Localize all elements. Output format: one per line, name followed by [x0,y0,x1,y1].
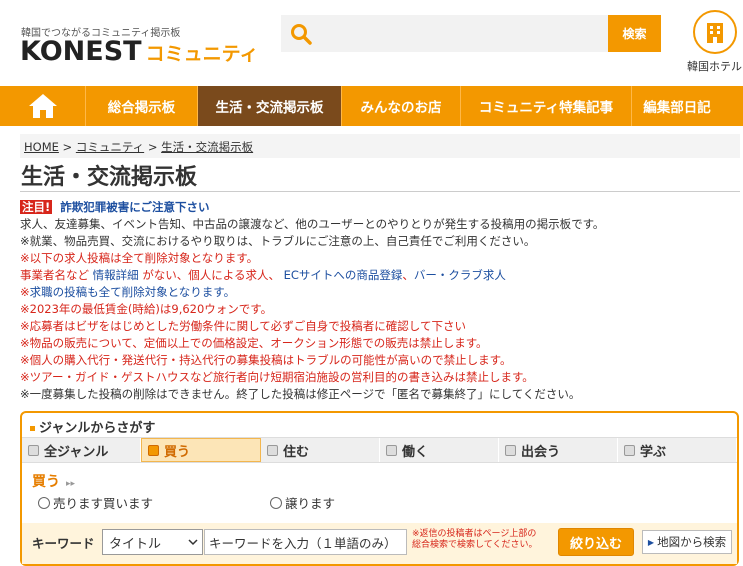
tab-work[interactable]: 働く [380,438,499,462]
notice-warning: 注目! 詐欺犯罪被害にご注意下さい [20,199,740,216]
keyword-label: キーワード [32,536,95,551]
notice-warning-link[interactable]: 詐欺犯罪被害にご注意下さい [60,200,209,214]
search-icon [291,24,312,45]
double-chevron-icon: ▸▸ [66,479,76,489]
nav-item-sogo[interactable]: 総合掲示板 [86,86,197,126]
notice-line: ※個人の購入代行・発送代行・持込代行の募集投稿はトラブルの可能性が高いので禁止し… [20,353,512,367]
search-bar: 検索 [281,15,661,52]
breadcrumb-home[interactable]: HOME [24,140,59,154]
chevron-down-icon [188,538,198,545]
notice-badge: 注目! [20,200,53,214]
tab-learn[interactable]: 学ぶ [618,438,737,462]
title-divider [20,191,740,192]
notice-link-ec[interactable]: ECサイトへの商品登録 [284,268,403,282]
map-search-button[interactable]: ▶ 地図から検索 [642,530,732,554]
breadcrumb-current[interactable]: 生活・交流掲示板 [161,140,253,154]
nav-home[interactable] [0,86,85,126]
genre-search-box: ジャンルからさがす 全ジャンル 買う 住む 働く 出会う 学ぶ 買う ▸▸ 売りま… [20,411,739,566]
main-nav: 総合掲示板 生活・交流掲示板 みんなのお店 コミュニティ特集記事 編集部日記 [0,86,743,126]
pencil-icon [624,444,635,456]
notice-line: ※ツアー・ガイド・ゲストハウスなど旅行者向け短期宿泊施設の営利目的の書き込みは禁… [20,370,534,384]
keyword-target-select[interactable]: タイトル [102,529,203,555]
notice-line: ※物品の販売について、定価以上での価格設定、オークション形態での販売は禁止します… [20,336,488,350]
notice-block: 注目! 詐欺犯罪被害にご注意下さい 求人、友達募集、イベント告知、中古品の譲渡など… [20,199,740,403]
notice-line: ※就業、物品売買、交流におけるやり取りは、トラブルにご注意の上、自己責任でご利用… [20,234,536,248]
radio-circle[interactable] [38,496,50,509]
keyword-input[interactable]: キーワードを入力（１単語のみ） [204,529,407,555]
notice-line: ※2023年の最低賃金(時給)は9,620ウォンです。 [20,302,273,316]
tab-meet[interactable]: 出会う [499,438,618,462]
keyword-bar: キーワード タイトル キーワードを入力（１単語のみ） ※返信の投稿者はページ上部… [22,523,737,564]
nav-item-tokushu[interactable]: コミュニティ特集記事 [461,86,631,126]
logo-main: KONEST [20,36,142,67]
play-icon: ▶ [647,537,655,547]
tab-buy[interactable]: 買う [141,438,261,462]
search-input[interactable] [321,19,601,48]
genre-tabs: 全ジャンル 買う 住む 働く 出会う 学ぶ [22,437,737,463]
notice-line: 事業者名など 情報詳細 がない、個人による求人、 ECサイトへの商品登録、バー・… [20,268,506,282]
nav-item-nikki[interactable]: 編集部日記 [632,86,722,126]
notice-link-bar[interactable]: バー・クラブ求人 [414,268,506,282]
logo-sub: コミュニティ [145,43,259,65]
notice-line: ※求職の投稿も全て削除対象となります。 [20,285,236,299]
keyword-note: ※返信の投稿者はページ上部の 総合検索で検索してください。 [412,529,538,550]
notice-link-detail[interactable]: 情報詳細 [93,268,139,282]
hotel-icon [692,10,737,54]
nav-item-omise[interactable]: みんなのお店 [342,86,460,126]
nav-item-seikatsu[interactable]: 生活・交流掲示板 [198,86,341,126]
genre-heading: ジャンルからさがす [30,417,155,436]
notice-line: ※応募者はビザをはじめとした労働条件に関して必ずご自身で投稿者に確認して下さい [20,319,466,333]
tab-live[interactable]: 住む [261,438,380,462]
notice-line: 求人、友達募集、イベント告知、中古品の譲渡など、他のユーザーとのやりとりが発生す… [20,217,605,231]
filter-button[interactable]: 絞り込む [558,528,634,556]
breadcrumb-community[interactable]: コミュニティ [76,140,144,154]
search-button[interactable]: 検索 [608,15,661,52]
list-icon [28,444,39,456]
breadcrumb: HOME > コミュニティ > 生活・交流掲示板 [24,140,254,154]
page-title: 生活・交流掲示板 [21,164,198,190]
person-icon [505,444,516,456]
site-logo[interactable]: KONEST コミュニティ [20,36,258,67]
radio-give[interactable]: 譲ります [270,493,335,512]
site-header: 韓国でつながるコミュニティ掲示板 KONEST コミュニティ 検索 韓国ホテル [0,0,743,86]
notice-line: ※以下の求人投稿は全て削除対象となります。 [20,251,259,265]
radio-sell-buy[interactable]: 売ります買います [38,493,153,512]
hotel-label: 韓国ホテル [687,60,742,73]
home-icon [28,94,57,118]
house-icon [267,444,278,456]
radio-circle[interactable] [270,496,282,509]
genre-subtitle: 買う ▸▸ [32,474,76,490]
notice-line: ※一度募集した投稿の削除はできません。終了した投稿は修正ページで「匿名で募集終了… [20,387,581,401]
tab-all[interactable]: 全ジャンル [22,438,141,462]
briefcase-icon [386,444,397,456]
hotel-link[interactable]: 韓国ホテル [686,10,743,74]
cart-icon [148,444,159,456]
